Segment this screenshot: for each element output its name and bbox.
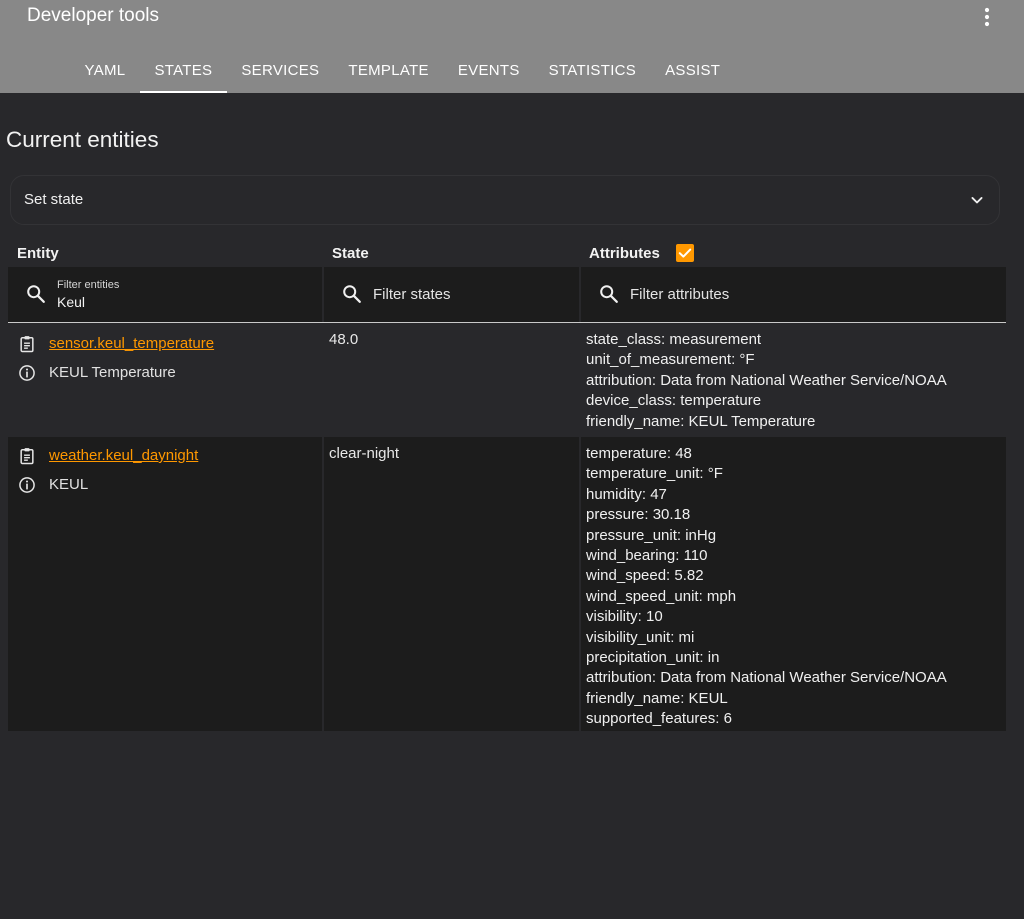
entity-id-link[interactable]: sensor.keul_temperature — [49, 334, 214, 354]
filter-entities-input[interactable]: Filter entities Keul — [8, 267, 322, 322]
attribute-line: wind_bearing: 110 — [586, 547, 708, 565]
table-row-attributes-cell: state_class: measurement unit_of_measure… — [581, 323, 1006, 437]
tab-yaml[interactable]: YAML — [70, 47, 140, 93]
attributes-column-header: Attributes — [589, 245, 660, 262]
entity-column-header: Entity — [17, 245, 59, 262]
attribute-line: unit_of_measurement: °F — [586, 351, 755, 369]
attribute-line: wind_speed: 5.82 — [586, 567, 704, 585]
attribute-line: wind_speed_unit: mph — [586, 587, 737, 605]
attribute-line: supported_features: 6 — [586, 710, 732, 728]
filter-entities-label: Filter entities — [57, 279, 120, 291]
entity-friendly-name: KEUL Temperature — [49, 364, 176, 381]
table-row-state-cell: 48.0 — [324, 323, 579, 437]
table-row-entity-cell: weather.keul_daynight KEUL — [8, 437, 322, 731]
attribute-line: state_class: measurement — [586, 331, 762, 348]
info-icon[interactable] — [17, 363, 37, 383]
table-row-state-cell: clear-night — [324, 437, 579, 731]
table-row-attributes-cell: temperature: 48 temperature_unit: °F hum… — [581, 437, 1006, 731]
tab-statistics[interactable]: STATISTICS — [534, 47, 650, 93]
attribute-line: attribution: Data from National Weather … — [586, 371, 947, 389]
tab-services[interactable]: SERVICES — [227, 47, 334, 93]
checkmark-icon — [678, 248, 692, 258]
entity-state-value: 48.0 — [329, 331, 359, 348]
attribute-line: friendly_name: KEUL — [586, 689, 728, 707]
entity-state-value: clear-night — [329, 445, 400, 462]
filter-states-input[interactable]: Filter states — [324, 267, 579, 322]
filter-entities-value: Keul — [57, 294, 86, 310]
search-icon — [27, 285, 45, 303]
set-state-label: Set state — [24, 191, 84, 208]
info-icon[interactable] — [17, 475, 37, 495]
attribute-line: device_class: temperature — [586, 392, 762, 410]
attribute-line: attribution: Data from National Weather … — [586, 669, 947, 687]
attribute-list: state_class: measurement unit_of_measure… — [586, 330, 947, 432]
filter-states-placeholder: Filter states — [373, 286, 451, 303]
attribute-line: precipitation_unit: in — [586, 649, 720, 667]
attribute-line: pressure_unit: inHg — [586, 526, 717, 544]
tab-assist[interactable]: ASSIST — [651, 47, 735, 93]
attributes-checkbox[interactable] — [676, 244, 694, 262]
search-icon — [600, 285, 618, 303]
state-column-header: State — [332, 245, 369, 262]
more-vert-icon — [984, 7, 990, 27]
tab-template[interactable]: TEMPLATE — [334, 47, 443, 93]
tab-states[interactable]: STATES — [139, 47, 227, 93]
overflow-menu-button[interactable] — [972, 4, 1002, 30]
entity-id-link[interactable]: weather.keul_daynight — [49, 446, 198, 466]
set-state-expander[interactable]: Set state — [10, 175, 1000, 225]
attribute-line: temperature: 48 — [586, 445, 692, 462]
filter-attributes-placeholder: Filter attributes — [630, 286, 730, 303]
page-title: Current entities — [6, 127, 159, 152]
search-icon — [343, 285, 361, 303]
tab-events[interactable]: EVENTS — [443, 47, 534, 93]
filter-attributes-input[interactable]: Filter attributes — [581, 267, 1006, 322]
attribute-line: friendly_name: KEUL Temperature — [586, 412, 816, 430]
app-toolbar: Developer tools YAML STATES SERVICES TEM… — [0, 0, 1024, 93]
attribute-line: pressure: 30.18 — [586, 506, 691, 524]
tab-bar: YAML STATES SERVICES TEMPLATE EVENTS STA… — [70, 47, 735, 93]
attribute-line: temperature_unit: °F — [586, 465, 723, 483]
attribute-line: humidity: 47 — [586, 485, 667, 503]
attribute-list: temperature: 48 temperature_unit: °F hum… — [586, 444, 947, 730]
app-title: Developer tools — [27, 5, 160, 26]
attribute-line: visibility: 10 — [586, 608, 663, 626]
entity-friendly-name: KEUL — [49, 476, 89, 493]
table-row-entity-cell: sensor.keul_temperature KEUL Temperature — [8, 323, 322, 437]
clipboard-icon[interactable] — [17, 334, 37, 354]
attribute-line: visibility_unit: mi — [586, 628, 695, 646]
chevron-down-icon — [971, 197, 983, 204]
clipboard-icon[interactable] — [17, 446, 37, 466]
